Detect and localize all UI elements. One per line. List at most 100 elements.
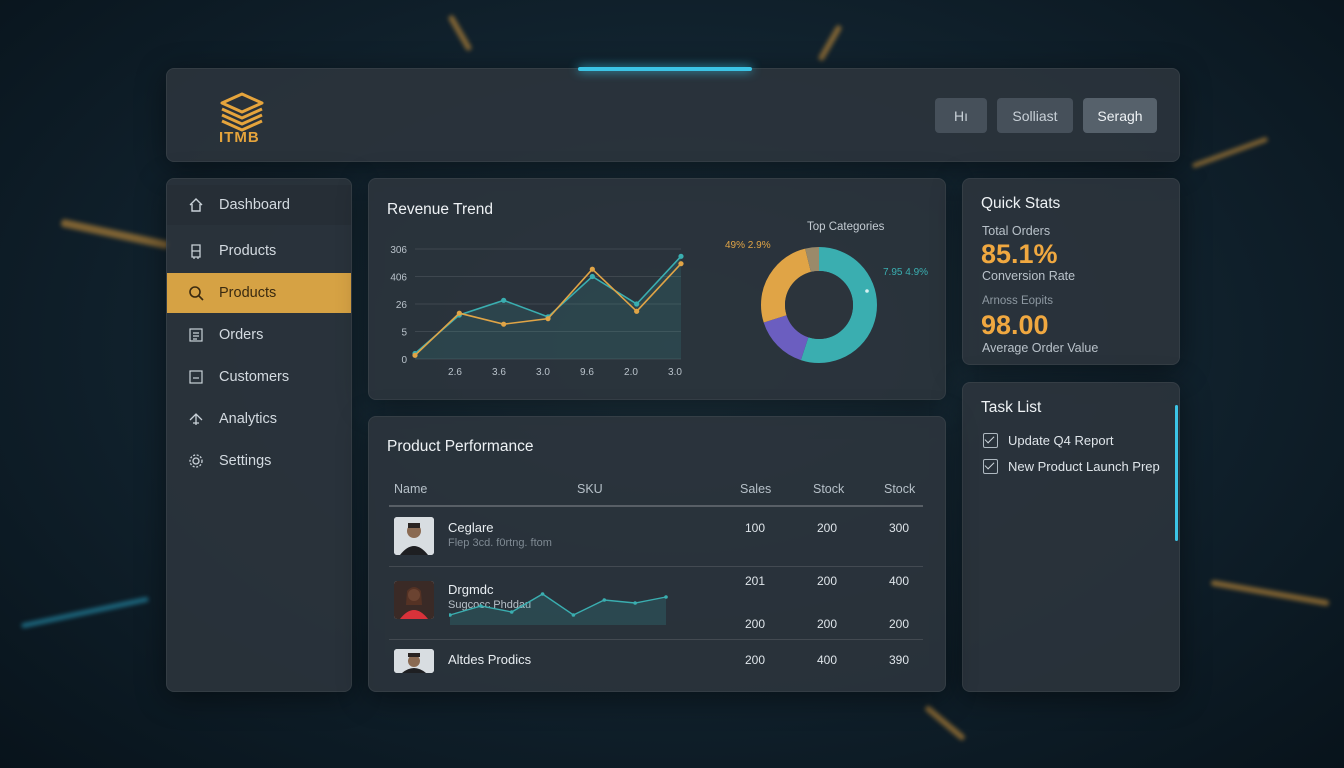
home-icon [187, 196, 205, 214]
y-tick-label: 26 [396, 300, 408, 311]
sidebar-item-orders[interactable]: Orders [167, 315, 351, 355]
data-point [545, 316, 551, 322]
cell-stock-2: 300 [889, 521, 910, 535]
cell-stock-2: 390 [889, 653, 910, 667]
header-accent-bar [578, 67, 752, 71]
sidebar-item-dashboard[interactable]: Dashboard [167, 185, 351, 225]
cell-sales: 200 [745, 617, 766, 631]
sidebar-item-label: Settings [219, 453, 272, 469]
sidebar-item-analytics[interactable]: Analytics [167, 399, 351, 439]
column-header-name[interactable]: Name [394, 482, 427, 496]
quick-stats-card: Quick Stats Total Orders 85.1% Conversio… [962, 178, 1180, 365]
avatar [394, 517, 434, 555]
checkbox-checked-icon[interactable] [983, 459, 998, 474]
x-tick-label: 9.6 [580, 367, 594, 378]
x-tick-label: 2.6 [448, 367, 462, 378]
sparkline-point [602, 598, 607, 602]
stat-label-secondary: Arnoss Eopits [982, 295, 1053, 307]
sales-sparkline [449, 592, 668, 625]
stat-label-conversion: Conversion Rate [982, 269, 1076, 283]
user-box-icon [187, 368, 205, 386]
sparkline-area [450, 594, 666, 625]
search-button[interactable]: Seragh [1083, 98, 1157, 133]
sidebar-item-label: Customers [219, 369, 290, 385]
column-header-stock-2[interactable]: Stock [884, 482, 915, 496]
sparkline-point [571, 613, 576, 617]
donut-marker [865, 289, 869, 293]
header-button-1[interactable]: Hı [935, 98, 987, 133]
task-item[interactable]: New Product Launch Prep [983, 459, 1160, 474]
checkbox-checked-icon[interactable] [983, 433, 998, 448]
sidebar-item-label: Orders [219, 327, 264, 343]
bg-streak [447, 14, 473, 52]
sparkline-point [540, 592, 545, 596]
cell-stock: 400 [817, 653, 838, 667]
x-tick-label: 3.6 [492, 367, 506, 378]
x-tick-label: 3.0 [668, 367, 682, 378]
sidebar-item-products[interactable]: Products [167, 231, 351, 271]
analytics-icon [187, 410, 205, 428]
sidebar-item-products-active[interactable]: Products [167, 273, 351, 313]
column-header-sales[interactable]: Sales [740, 482, 771, 496]
data-point [589, 266, 595, 272]
task-scrollbar[interactable] [1175, 405, 1178, 541]
task-list-card: Task List Update Q4 Report New Product L… [962, 382, 1180, 692]
column-header-sku[interactable]: SKU [577, 482, 603, 496]
top-header: ITMB Hı Solliast Seragh [166, 68, 1180, 162]
cell-stock-2: 400 [889, 574, 910, 588]
data-point [501, 297, 507, 303]
task-item[interactable]: Update Q4 Report [983, 433, 1114, 448]
bg-streak [923, 704, 967, 742]
sparkline-point [479, 604, 483, 608]
bg-streak [1210, 579, 1330, 607]
stat-label-total-orders: Total Orders [982, 224, 1051, 238]
bg-streak [60, 218, 170, 250]
data-point [589, 273, 595, 280]
bg-streak [20, 596, 150, 629]
data-point [412, 352, 418, 358]
data-point [634, 308, 640, 314]
revenue-card: Revenue Trend 306 406 26 5 0 2.6 3.6 3.0 9.6 2.0 3… [368, 178, 946, 400]
avatar [394, 649, 434, 673]
cell-stock: 200 [817, 521, 838, 535]
quick-stats-title: Quick Stats [981, 195, 1061, 212]
bg-streak [1191, 136, 1269, 169]
sidebar-item-settings[interactable]: Settings [167, 441, 351, 481]
column-header-stock[interactable]: Stock [813, 482, 844, 496]
product-name[interactable]: Ceglare [448, 520, 494, 535]
stat-label-avg-order: Average Order Value [982, 341, 1099, 355]
categories-title: Top Categories [807, 221, 885, 233]
product-subtitle: Flep 3cd. f0rtng. ftom [448, 537, 552, 549]
search-icon [187, 284, 205, 302]
cell-sales: 100 [745, 521, 766, 535]
y-tick-label: 0 [401, 355, 407, 366]
sidebar-item-label: Products [219, 243, 277, 259]
category-label-right: 7.95 4.9% [883, 267, 929, 278]
y-tick-label: 5 [401, 328, 407, 339]
x-tick-label: 3.0 [536, 367, 550, 378]
cell-sales: 200 [745, 653, 766, 667]
task-label: New Product Launch Prep [1008, 459, 1160, 474]
sidebar-item-customers[interactable]: Customers [167, 357, 351, 397]
box-icon [187, 242, 205, 260]
row-divider [389, 566, 923, 567]
x-tick-label: 2.0 [624, 367, 638, 378]
sparkline-point [509, 610, 514, 614]
cell-stock: 200 [817, 617, 838, 631]
table-header-divider [389, 505, 923, 507]
performance-title: Product Performance [387, 438, 534, 455]
donut-hole [785, 271, 853, 339]
categories-donut-chart [761, 247, 877, 363]
product-name[interactable]: Altdes Prodics [448, 652, 531, 667]
cell-stock-2: 200 [889, 617, 910, 631]
task-list-title: Task List [981, 399, 1042, 416]
data-point [456, 310, 462, 316]
cell-stock: 200 [817, 574, 838, 588]
sidebar: Dashboard Products Products Orders Custo… [166, 178, 352, 692]
header-button-2[interactable]: Solliast [997, 98, 1073, 133]
row-divider [389, 639, 923, 640]
product-performance-card: Product Performance Name SKU Sales Stock… [368, 416, 946, 692]
gear-icon [187, 452, 205, 470]
stat-value-avg-order: 98.00 [981, 310, 1049, 340]
logo-text: ITMB [219, 129, 260, 146]
